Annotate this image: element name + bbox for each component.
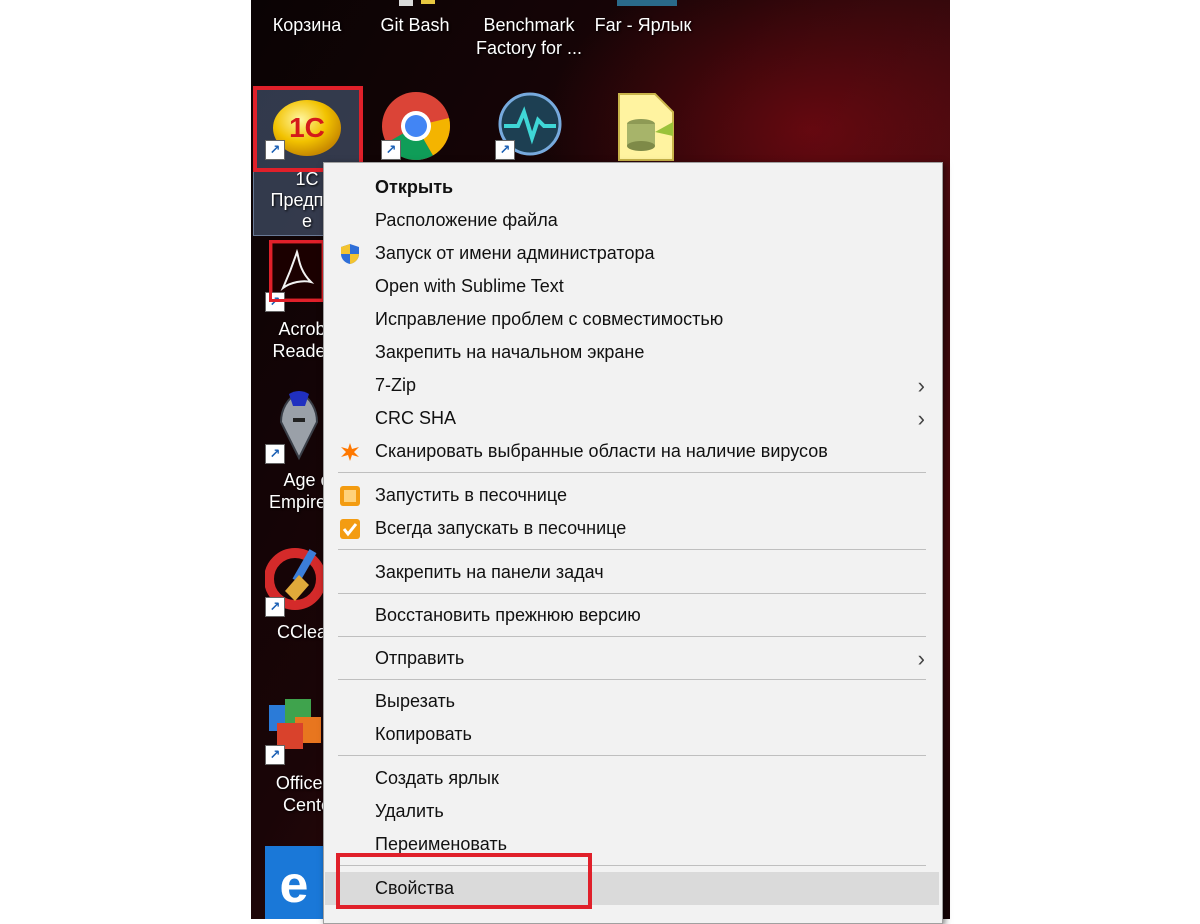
menu-item-run-as-admin[interactable]: Запуск от имени администратора: [325, 237, 939, 270]
icon-label: Far - Ярлык: [594, 15, 692, 35]
shortcut-arrow-icon: ↗: [265, 745, 285, 765]
menu-item-pin-to-start[interactable]: Закрепить на начальном экране: [325, 336, 939, 369]
highlight-box-properties: [336, 853, 592, 909]
sandbox-icon: [340, 486, 360, 506]
menu-separator: [338, 472, 926, 473]
chevron-right-icon: ›: [917, 646, 925, 671]
menu-item-copy[interactable]: Копировать: [325, 718, 939, 751]
far-icon: [617, 0, 677, 6]
menu-separator: [338, 679, 926, 680]
menu-separator: [338, 593, 926, 594]
shortcut-arrow-icon: ↗: [381, 140, 401, 160]
menu-item-file-location[interactable]: Расположение файла: [325, 204, 939, 237]
shortcut-arrow-icon: ↗: [495, 140, 515, 160]
menu-item-delete[interactable]: Удалить: [325, 795, 939, 828]
menu-item-open[interactable]: Открыть: [325, 171, 939, 204]
menu-item-always-run-in-sandbox[interactable]: Всегда запускать в песочнице: [325, 512, 939, 545]
menu-item-send-to[interactable]: Отправить ›: [325, 642, 939, 675]
git-bash-icon: [399, 0, 435, 6]
menu-item-run-in-sandbox[interactable]: Запустить в песочнице: [325, 479, 939, 512]
icon-label: Корзина: [272, 15, 342, 35]
icon-label: Factory for ...: [475, 38, 583, 58]
menu-separator: [338, 636, 926, 637]
chevron-right-icon: ›: [917, 373, 925, 398]
shortcut-arrow-icon: ↗: [265, 597, 285, 617]
highlight-box-1c-icon: [253, 86, 363, 172]
menu-item-create-shortcut[interactable]: Создать ярлык: [325, 762, 939, 795]
uac-shield-icon: [341, 244, 359, 264]
database-file-icon: [618, 93, 674, 161]
sandbox-check-icon: [340, 519, 360, 539]
menu-item-open-with-sublime[interactable]: Open with Sublime Text: [325, 270, 939, 303]
menu-item-pin-to-taskbar[interactable]: Закрепить на панели задач: [325, 556, 939, 589]
icon-label: Git Bash: [380, 15, 450, 35]
menu-item-scan-viruses[interactable]: Сканировать выбранные области на наличие…: [325, 435, 939, 468]
menu-item-crc-sha[interactable]: CRC SHA ›: [325, 402, 939, 435]
menu-item-7zip[interactable]: 7-Zip ›: [325, 369, 939, 402]
chevron-right-icon: ›: [917, 406, 925, 431]
svg-text:e: e: [280, 856, 309, 914]
menu-separator: [338, 755, 926, 756]
menu-separator: [338, 549, 926, 550]
menu-item-restore-previous-version[interactable]: Восстановить прежнюю версию: [325, 599, 939, 632]
avast-icon: [341, 443, 359, 461]
context-menu: Открыть Расположение файла Запуск от име…: [323, 162, 943, 924]
menu-item-cut[interactable]: Вырезать: [325, 685, 939, 718]
menu-item-compatibility-troubleshoot[interactable]: Исправление проблем с совместимостью: [325, 303, 939, 336]
shortcut-arrow-icon: ↗: [265, 444, 285, 464]
edge-icon: e: [265, 846, 323, 919]
acrobat-icon-frame: [269, 240, 325, 302]
icon-label: Benchmark: [483, 15, 575, 35]
